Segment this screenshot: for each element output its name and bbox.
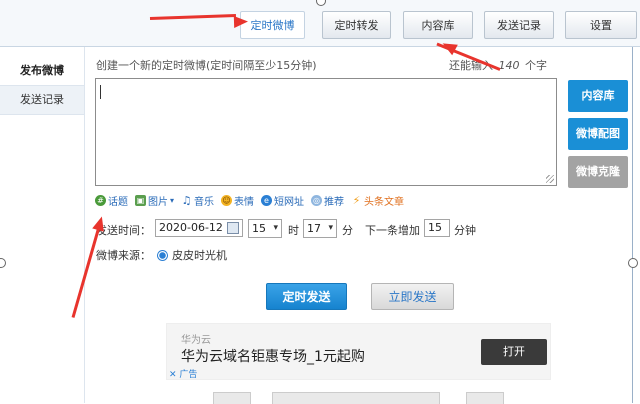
pager-display [272,392,440,404]
source-label: 微博来源： [96,249,151,262]
emoji-icon: ☺ [221,194,233,206]
top-tab-bar: 定时微博 定时转发 内容库 发送记录 设置 [0,0,640,47]
emoji-tool[interactable]: ☺ 表情 [221,193,255,208]
ad-tag-label: 广告 [179,370,198,380]
recommend-icon: ◎ [311,194,323,206]
content-library-button[interactable]: 内容库 [568,80,628,112]
ad-tag[interactable]: ✕ 广告 [169,367,197,380]
calendar-icon[interactable] [227,222,239,234]
hour-unit: 时 [288,224,299,237]
topic-icon: # [95,194,106,206]
short-url-label: 短网址 [274,196,305,208]
pager-prev-button[interactable] [213,392,251,404]
music-label: 音乐 [194,196,215,208]
chevron-down-icon: ▾ [328,223,333,233]
lightning-icon: ⚡ [352,193,361,207]
link-icon: e [261,194,273,206]
hour-select[interactable]: 15 ▾ [248,219,282,238]
weibo-clone-button[interactable]: 微博克隆 [568,156,628,188]
pager-next-button[interactable] [466,392,504,404]
send-now-button[interactable]: 立即发送 [371,283,454,310]
tab-scheduled-repost[interactable]: 定时转发 [322,11,391,39]
short-url-tool[interactable]: e 短网址 [261,193,305,208]
increment-unit: 分钟 [454,224,476,237]
resize-grip-icon[interactable] [546,175,554,183]
recommend-label: 推荐 [324,196,345,208]
tab-scheduled-weibo[interactable]: 定时微博 [240,11,305,39]
topic-tool[interactable]: # 话题 [95,193,128,208]
increment-field[interactable]: 15 [424,219,450,237]
image-label: 图片 [148,196,168,208]
topic-label: 话题 [108,196,128,208]
chevron-down-icon: ▾ [273,223,278,233]
ad-brand: 华为云 [181,335,211,346]
increment-value: 15 [428,221,442,234]
sidebar-item-records[interactable]: 发送记录 [0,86,84,115]
source-option[interactable]: 皮皮时光机 [157,247,227,263]
schedule-send-button[interactable]: 定时发送 [266,283,347,310]
compose-textarea[interactable] [95,78,557,186]
ad-open-button[interactable]: 打开 [481,339,547,365]
date-field[interactable]: 2020-06-12 [155,219,243,237]
headline-label: 头条文章 [364,196,405,208]
source-option-label: 皮皮时光机 [172,249,227,262]
ad-headline: 华为云域名钜惠专场_1元起购 [181,349,365,365]
frame-right [632,0,633,403]
next-increment-label: 下一条增加 [365,224,420,237]
tab-send-records[interactable]: 发送记录 [484,11,554,39]
minute-unit: 分 [342,224,353,237]
weibo-image-button[interactable]: 微博配图 [568,118,628,150]
hour-value: 15 [252,222,266,235]
ad-banner[interactable]: 华为云 华为云域名钜惠专场_1元起购 打开 ✕ 广告 [166,323,551,380]
date-value: 2020-06-12 [159,221,223,234]
recommend-tool[interactable]: ◎ 推荐 [311,193,345,208]
chevron-down-icon: ▾ [170,195,175,205]
ad-close-icon[interactable]: ✕ [169,370,177,380]
compose-toolbar: # 话题 ▣ 图片 ▾ ♫ 音乐 ☺ 表情 e 短网址 ◎ 推荐 ⚡ 头条文章 [95,193,405,208]
music-icon: ♫ [181,193,192,207]
music-tool[interactable]: ♫ 音乐 [181,193,215,208]
char-counter-suffix: 个字 [525,59,547,72]
minute-value: 17 [307,222,321,235]
annotation-arrowhead-tab [233,15,249,28]
char-counter-count: 140 [498,59,520,72]
sidebar-item-publish[interactable]: 发布微博 [0,57,84,86]
emoji-label: 表情 [234,196,255,208]
image-tool[interactable]: ▣ 图片 ▾ [135,193,175,208]
headline-tool[interactable]: ⚡ 头条文章 [351,193,405,208]
tab-content-library[interactable]: 内容库 [403,11,473,39]
text-caret [100,85,101,99]
radio-selected-icon[interactable] [157,249,168,261]
minute-select[interactable]: 17 ▾ [303,219,337,238]
sidebar: 发布微博 发送记录 [0,47,85,403]
tab-settings[interactable]: 设置 [565,11,637,39]
selection-handle-right[interactable] [628,258,638,268]
image-icon: ▣ [135,194,146,206]
compose-hint: 创建一个新的定时微博(定时间隔至少15分钟) [96,59,317,72]
